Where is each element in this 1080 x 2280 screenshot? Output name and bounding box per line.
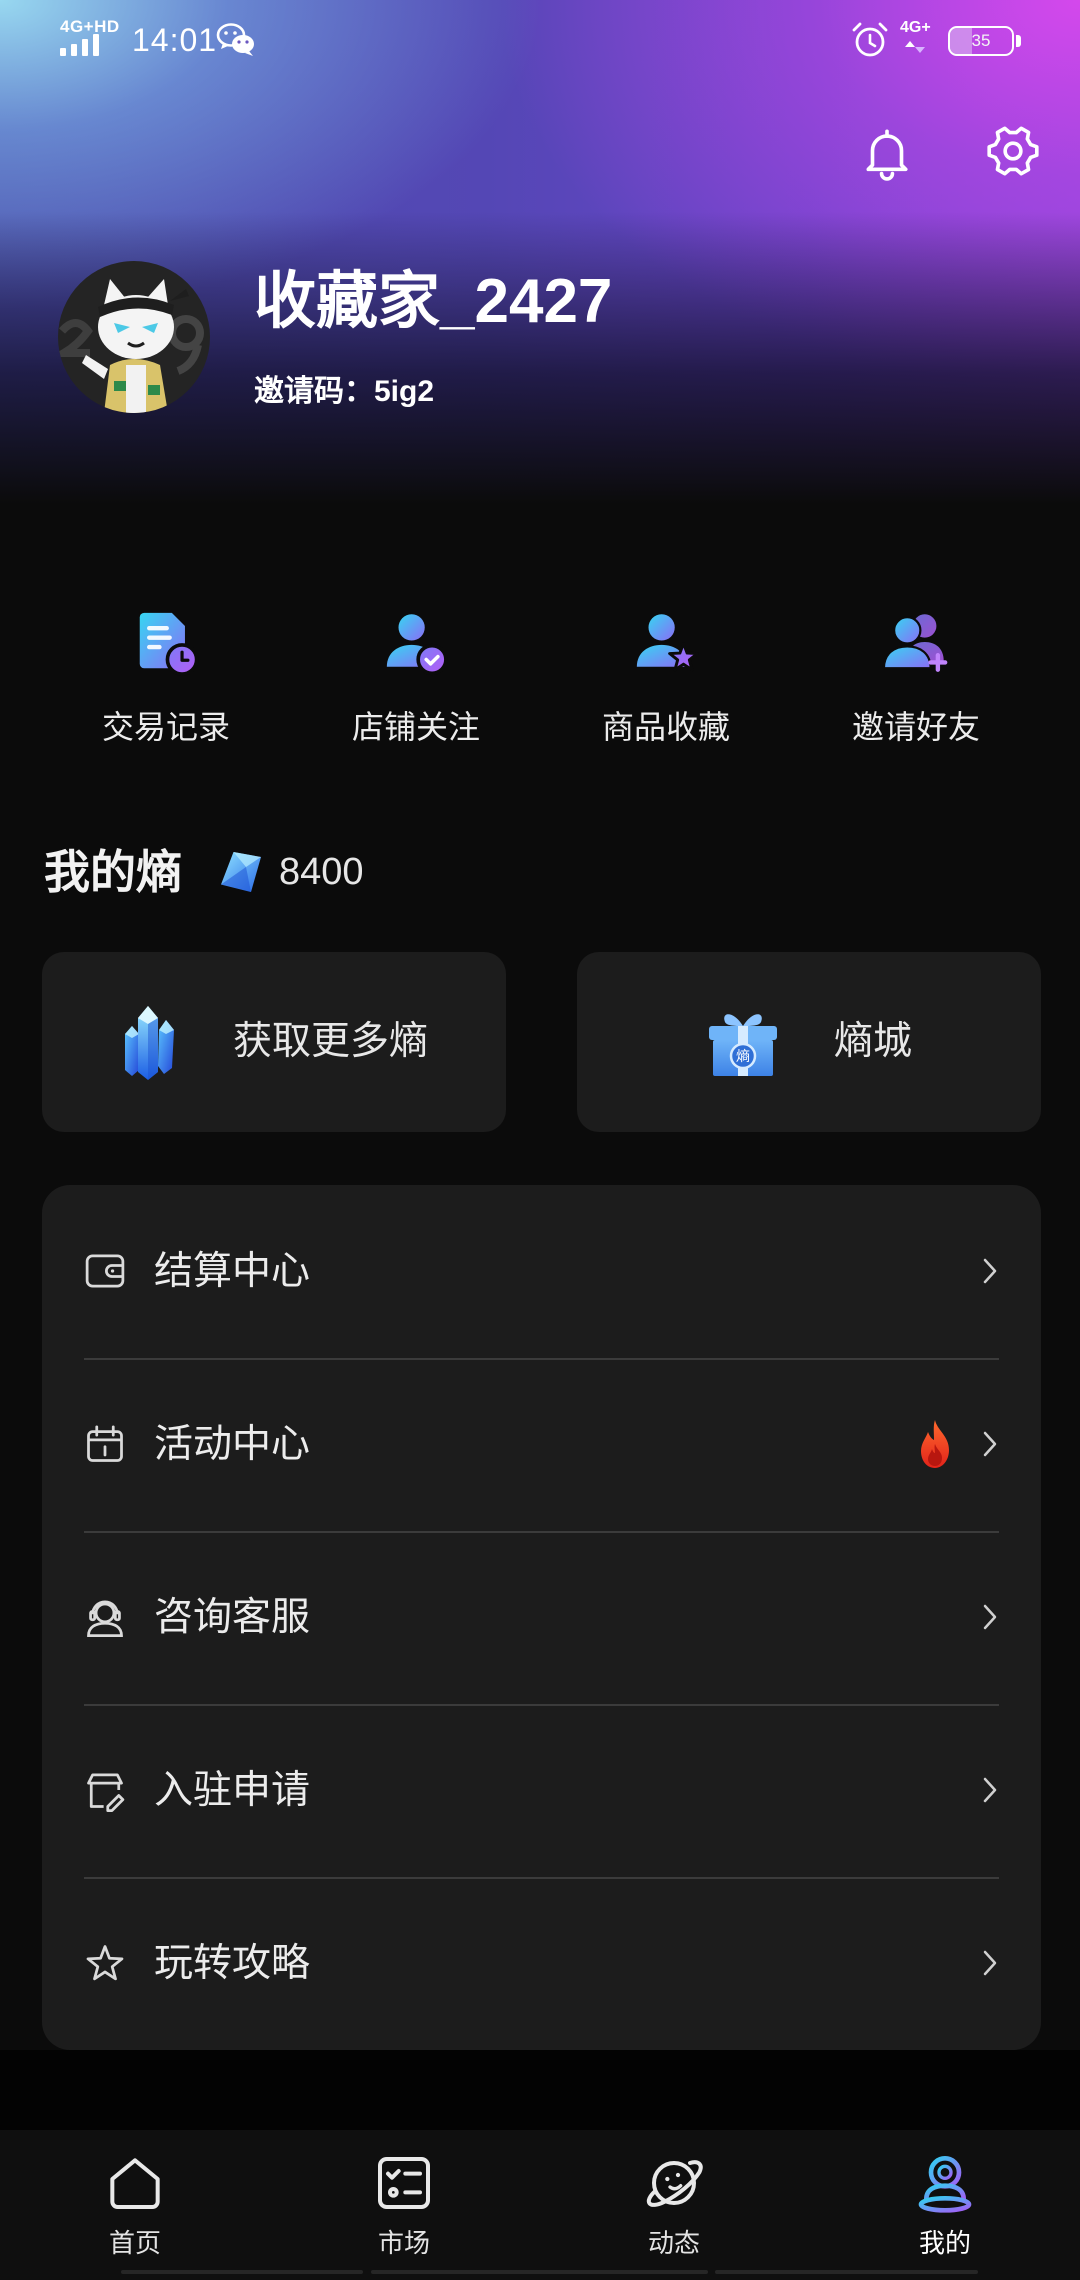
transaction-record-icon (139, 612, 199, 676)
star-icon (86, 1945, 124, 1981)
gear-icon[interactable] (984, 122, 1042, 180)
battery-cap (1016, 35, 1021, 47)
quick-action-transaction-record[interactable]: 交易记录 (41, 607, 291, 747)
market-icon (378, 2157, 430, 2209)
crystal-cluster-icon (125, 1006, 174, 1080)
gift-box-text: 熵 (736, 1049, 750, 1065)
quick-action-followed-shops[interactable]: 店铺关注 (291, 607, 541, 747)
entropy-balance: 8400 (279, 851, 364, 893)
entropy-gem-icon (221, 852, 261, 892)
avatar-image (58, 261, 210, 413)
get-more-entropy-card[interactable]: 获取更多熵 (42, 952, 506, 1132)
invite-code[interactable]: 邀请码：5ig2 (254, 372, 434, 412)
menu-list: 结算中心 活动中心 咨询客服 入驻申请 玩转攻略 (42, 1185, 1041, 2050)
menu-item-label: 咨询客服 (154, 1596, 311, 1639)
chevron-right-icon (983, 1604, 997, 1630)
wallet-icon (85, 1254, 125, 1288)
quick-action-label: 邀请好友 (851, 709, 980, 745)
quick-actions: 交易记录 店铺关注 商品收藏 邀请好友 (41, 607, 1041, 747)
chevron-right-icon (983, 1431, 997, 1457)
menu-item-label: 玩转攻略 (154, 1942, 311, 1985)
battery-level-text: 35 (971, 31, 991, 50)
gift-box-icon: 熵 (709, 1014, 777, 1076)
menu-item-guide[interactable]: 玩转攻略 (42, 1877, 1041, 2050)
status-bar: 4G+HD 14:01 4G+ 35 (0, 0, 1080, 80)
chevron-right-icon (983, 1777, 997, 1803)
clock-time: 14:01 (132, 22, 218, 58)
menu-item-label: 入驻申请 (154, 1769, 311, 1812)
profile-icon (918, 2156, 972, 2213)
gesture-bar-segment (715, 2270, 978, 2274)
invite-code-label: 邀请码： (254, 375, 374, 408)
mobile-data-label: 4G+ (900, 19, 931, 36)
fire-icon (921, 1420, 949, 1468)
signal-strength-icon (60, 34, 99, 56)
nav-profile[interactable]: 我的 (845, 2130, 1045, 2280)
gesture-bar-segment (121, 2270, 363, 2274)
quick-action-favorite-items[interactable]: 商品收藏 (541, 607, 791, 747)
quick-action-label: 交易记录 (101, 709, 230, 745)
invite-code-value: 5ig2 (374, 375, 435, 408)
chevron-right-icon (983, 1950, 997, 1976)
nav-home[interactable]: 首页 (35, 2130, 235, 2280)
quick-action-label: 商品收藏 (601, 709, 730, 745)
entropy-mall-label: 熵城 (834, 1020, 913, 1063)
content-bottom-spacer (0, 2050, 1080, 2130)
activity-box-icon (87, 1425, 123, 1462)
store-apply-icon (87, 1773, 125, 1812)
nav-label: 我的 (918, 2228, 971, 2258)
home-icon (110, 2158, 160, 2209)
entropy-title: 我的熵 (44, 846, 182, 898)
menu-item-label: 结算中心 (154, 1250, 311, 1293)
invite-friends-icon (882, 614, 948, 672)
nav-label: 动态 (647, 2228, 700, 2258)
entropy-mall-card[interactable]: 熵 熵城 (577, 952, 1041, 1132)
bottom-navigation: 首页 市场 动态 我的 (0, 2130, 1080, 2280)
nav-market[interactable]: 市场 (304, 2130, 504, 2280)
favorite-items-icon (636, 614, 699, 672)
planet-icon (646, 2160, 703, 2207)
get-more-entropy-label: 获取更多熵 (233, 1020, 429, 1063)
menu-item-label: 活动中心 (154, 1423, 311, 1466)
bell-icon[interactable] (858, 124, 916, 182)
nav-feed[interactable]: 动态 (574, 2130, 774, 2280)
gesture-bar-segment (371, 2270, 708, 2274)
menu-item-settle-in-application[interactable]: 入驻申请 (42, 1704, 1041, 1877)
wechat-icon (216, 23, 254, 56)
menu-item-activity-center[interactable]: 活动中心 (42, 1358, 1041, 1531)
customer-service-icon (87, 1600, 123, 1637)
nav-label: 首页 (108, 2228, 161, 2258)
username: 收藏家_2427 (254, 267, 613, 336)
quick-action-invite-friends[interactable]: 邀请好友 (791, 607, 1041, 747)
nav-label: 市场 (377, 2228, 430, 2258)
battery-indicator: 35 (948, 26, 1014, 56)
data-activity-icon (905, 41, 925, 53)
avatar[interactable] (58, 261, 210, 413)
quick-action-label: 店铺关注 (351, 709, 480, 745)
followed-shops-icon (386, 614, 448, 676)
chevron-right-icon (983, 1258, 997, 1284)
menu-item-settlement-center[interactable]: 结算中心 (42, 1185, 1041, 1358)
menu-item-customer-service[interactable]: 咨询客服 (42, 1531, 1041, 1704)
alarm-clock-icon (852, 22, 888, 57)
